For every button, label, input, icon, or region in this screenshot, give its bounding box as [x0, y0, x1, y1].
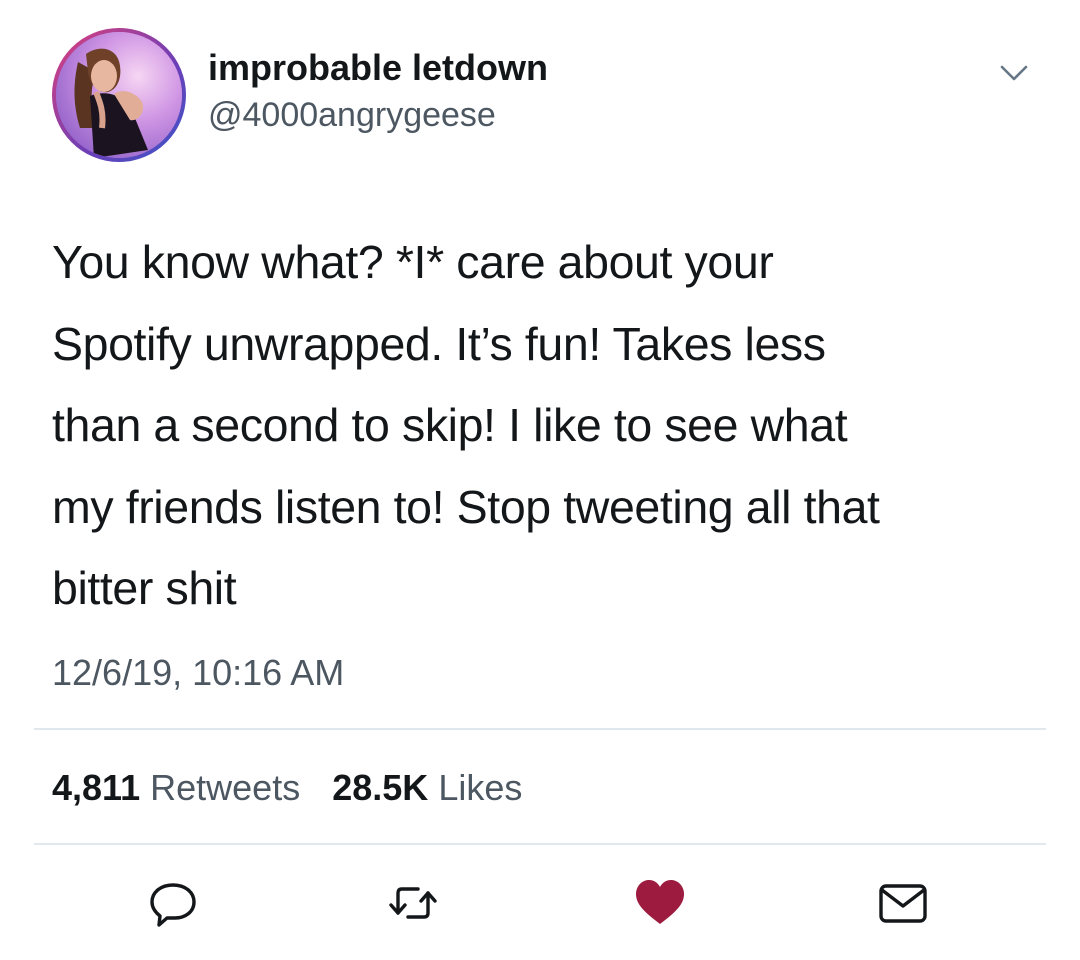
- retweet-arrows-icon: [389, 887, 437, 919]
- tweet-text-line: Spotify unwrapped. It’s fun! Takes less: [52, 317, 826, 370]
- avatar[interactable]: [52, 28, 186, 162]
- user-handle[interactable]: @4000angrygeese: [208, 96, 496, 135]
- tweet-text-line: You know what? *I* care about your: [52, 236, 774, 288]
- heart-icon: [636, 880, 684, 924]
- tweet-text-line: bitter shit: [52, 562, 237, 614]
- envelope-icon: [879, 884, 927, 923]
- display-name[interactable]: improbable letdown: [208, 47, 548, 89]
- reply-button[interactable]: [147, 875, 203, 931]
- tweet-timestamp: 12/6/19, 10:16 AM: [52, 652, 345, 693]
- retweets-label: Retweets: [150, 767, 301, 808]
- tweet-text-line: than a second to skip! I like to see wha…: [52, 399, 848, 451]
- tweet-text-line: my friends listen to! Stop tweeting all …: [52, 480, 880, 533]
- likes-count: 28.5K: [332, 767, 429, 808]
- likes-label: Likes: [438, 767, 523, 808]
- speech-bubble-icon: [150, 883, 196, 927]
- divider: [34, 843, 1046, 845]
- engagement-stats: 4,811 Retweets 28.5K Likes: [52, 767, 544, 809]
- profile-photo-icon: [56, 32, 182, 158]
- retweets-count: 4,811: [52, 767, 141, 808]
- tweet-text: You know what? *I* care about your Spoti…: [52, 222, 1032, 630]
- divider: [34, 728, 1046, 730]
- likes-stat[interactable]: 28.5K Likes: [332, 767, 522, 809]
- retweet-button[interactable]: [385, 875, 441, 931]
- like-button[interactable]: [632, 875, 688, 931]
- chevron-down-icon[interactable]: [996, 58, 1032, 88]
- retweets-stat[interactable]: 4,811 Retweets: [52, 767, 300, 809]
- direct-message-button[interactable]: [875, 875, 931, 931]
